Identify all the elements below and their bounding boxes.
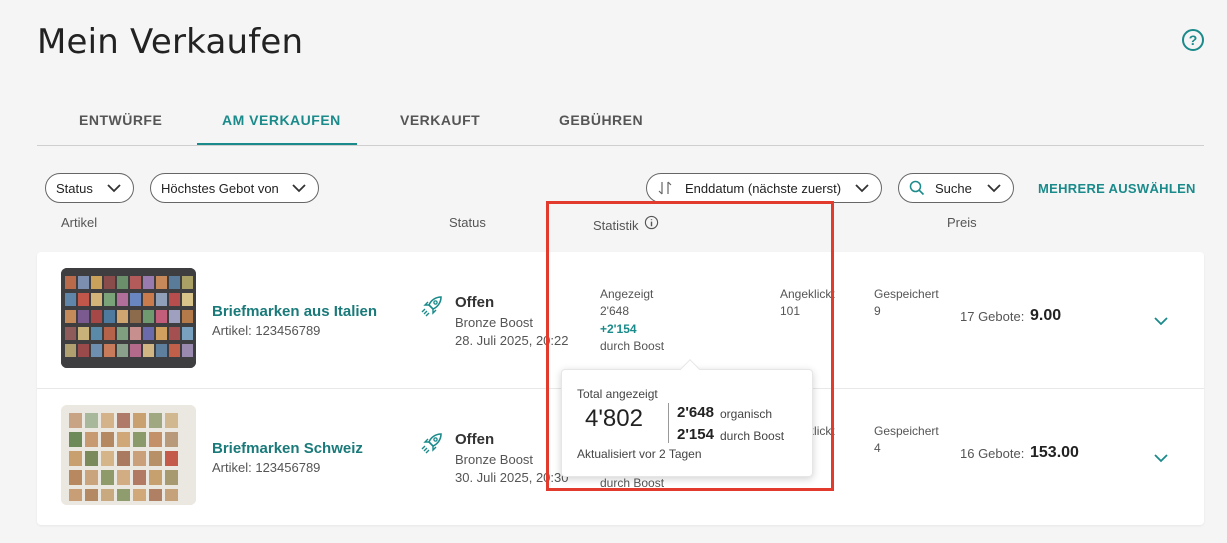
status-filter-label: Status: [56, 180, 93, 196]
item-price: 9.00: [1030, 307, 1062, 324]
search-select[interactable]: Suche: [898, 173, 1014, 203]
page-title: Mein Verkaufen: [37, 22, 304, 62]
bids-count: 16 Gebote:: [960, 446, 1025, 461]
sort-select-label: Enddatum (nächste zuerst): [685, 180, 842, 196]
chevron-down-icon: [855, 184, 869, 193]
chevron-down-icon: [292, 184, 306, 193]
highest-bid-filter-label: Höchstes Gebot von: [161, 180, 279, 196]
item-image[interactable]: [61, 405, 196, 505]
stamps-italy-image: [61, 268, 196, 368]
item-status: Offen: [455, 294, 495, 311]
tab-entwuerfe[interactable]: ENTWÜRFE: [79, 112, 162, 128]
stat-saved-value: 4: [874, 441, 881, 455]
item-price: 153.00: [1030, 444, 1079, 461]
stat-saved-value: 9: [874, 304, 881, 318]
stat-saved-label: Gespeichert: [874, 424, 939, 438]
item-title[interactable]: Briefmarken aus Italien: [212, 303, 377, 320]
active-tab-indicator: [197, 143, 357, 145]
sort-icon: [658, 181, 672, 195]
chevron-down-icon: [107, 184, 121, 193]
item-title[interactable]: Briefmarken Schweiz: [212, 440, 363, 457]
select-multiple-button[interactable]: MEHRERE AUSWÄHLEN: [1038, 181, 1196, 196]
status-filter[interactable]: Status: [45, 173, 134, 203]
column-status: Status: [449, 215, 486, 230]
chevron-down-icon[interactable]: [1152, 312, 1170, 330]
stat-saved-label: Gespeichert: [874, 287, 939, 301]
rocket-boost-icon: [421, 433, 442, 454]
highest-bid-filter[interactable]: Höchstes Gebot von: [150, 173, 319, 203]
search-select-label: Suche: [935, 180, 972, 196]
item-image[interactable]: [61, 268, 196, 368]
bids-count: 17 Gebote:: [960, 309, 1025, 324]
item-status: Offen: [455, 431, 495, 448]
item-boost: Bronze Boost: [455, 452, 534, 467]
help-icon[interactable]: ?: [1182, 29, 1204, 51]
item-boost: Bronze Boost: [455, 315, 534, 330]
item-article-id: Artikel: 123456789: [212, 460, 321, 475]
chevron-down-icon: [987, 184, 1001, 193]
sort-select[interactable]: Enddatum (nächste zuerst): [646, 173, 882, 203]
item-article-id: Artikel: 123456789: [212, 323, 321, 338]
tab-am-verkaufen[interactable]: AM VERKAUFEN: [222, 112, 341, 128]
chevron-down-icon[interactable]: [1152, 449, 1170, 467]
rocket-boost-icon: [421, 296, 442, 317]
search-icon: [909, 180, 925, 196]
stamps-switzerland-image: [61, 405, 196, 505]
tab-gebuehren[interactable]: GEBÜHREN: [559, 112, 643, 128]
column-article: Artikel: [61, 215, 98, 230]
column-price: Preis: [947, 215, 977, 230]
highlight-box: [546, 201, 834, 491]
tab-bar: ENTWÜRFE AM VERKAUFEN VERKAUFT GEBÜHREN: [37, 100, 1204, 146]
tab-verkauft[interactable]: VERKAUFT: [400, 112, 480, 128]
